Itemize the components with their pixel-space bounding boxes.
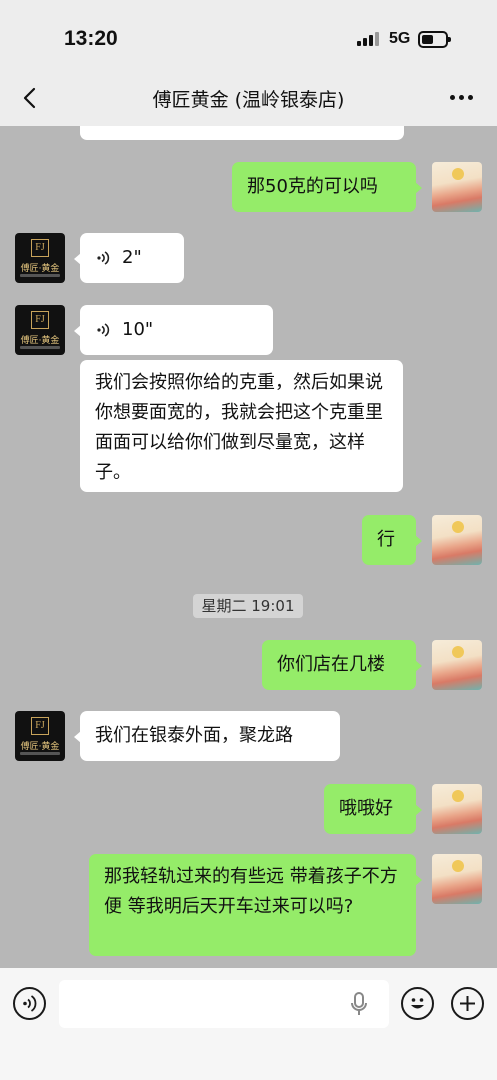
- microphone-icon[interactable]: [349, 991, 369, 1017]
- message-text: 我们在银泰外面，聚龙路: [95, 725, 293, 746]
- input-bar: [0, 968, 497, 1080]
- message-text: 行: [377, 529, 395, 550]
- shop-avatar[interactable]: FJ 傅匠·黄金: [15, 305, 65, 355]
- my-avatar[interactable]: [432, 784, 482, 834]
- nav-bar: 傅匠黄金 (温岭银泰店): [0, 70, 497, 126]
- message-sent[interactable]: 那50克的可以吗: [232, 162, 422, 212]
- shop-brand: 傅匠·黄金: [20, 742, 60, 752]
- shop-brand: 傅匠·黄金: [20, 336, 60, 346]
- message-received[interactable]: 我们在银泰外面，聚龙路: [74, 711, 340, 761]
- message-sent[interactable]: 行: [362, 515, 422, 565]
- message-text: 那50克的可以吗: [247, 176, 378, 197]
- message-text: 我们会按照你给的克重，然后如果说你想要面宽的，我就会把这个克重里面面可以给你们做…: [95, 372, 383, 483]
- shop-logo: FJ: [31, 311, 49, 329]
- message-sent[interactable]: 哦哦好: [324, 784, 422, 834]
- message-text: 哦哦好: [339, 798, 393, 819]
- signal-icon: [357, 32, 381, 46]
- voice-message[interactable]: 10": [74, 305, 273, 355]
- message-input[interactable]: [59, 980, 389, 1028]
- message-sent[interactable]: 你们店在几楼: [262, 640, 422, 690]
- message-text: 你们店在几楼: [277, 654, 385, 675]
- voice-transcript[interactable]: 我们会按照你给的克重，然后如果说你想要面宽的，我就会把这个克重里面面可以给你们做…: [80, 360, 403, 492]
- message-sent[interactable]: 那我轻轨过来的有些远 带着孩子不方便 等我明后天开车过来可以吗?: [89, 854, 422, 956]
- chat-title: 傅匠黄金 (温岭银泰店): [152, 89, 345, 111]
- status-bar: 13:20 5G: [0, 0, 497, 70]
- message-partial[interactable]: [80, 126, 404, 140]
- voice-icon: [97, 251, 110, 265]
- message-text: 那我轻轨过来的有些远 带着孩子不方便 等我明后天开车过来可以吗?: [104, 866, 398, 917]
- plus-icon[interactable]: [451, 987, 484, 1020]
- shop-brand: 傅匠·黄金: [20, 264, 60, 274]
- shop-logo: FJ: [31, 717, 49, 735]
- voice-duration: 2": [122, 247, 142, 268]
- voice-input-icon[interactable]: [13, 987, 46, 1020]
- my-avatar[interactable]: [432, 854, 482, 904]
- voice-icon: [97, 323, 110, 337]
- voice-message[interactable]: 2": [74, 233, 184, 283]
- my-avatar[interactable]: [432, 640, 482, 690]
- my-avatar[interactable]: [432, 515, 482, 565]
- shop-avatar[interactable]: FJ 傅匠·黄金: [15, 711, 65, 761]
- emoji-icon[interactable]: [401, 987, 434, 1020]
- battery-icon: [418, 31, 451, 48]
- voice-duration: 10": [122, 319, 154, 340]
- more-icon[interactable]: [450, 95, 474, 101]
- status-time: 13:20: [64, 27, 118, 50]
- shop-avatar[interactable]: FJ 傅匠·黄金: [15, 233, 65, 283]
- shop-logo: FJ: [31, 239, 49, 257]
- my-avatar[interactable]: [432, 162, 482, 212]
- timestamp: 星期二 19:01: [193, 594, 303, 618]
- network-type: 5G: [389, 30, 411, 47]
- chat-area[interactable]: 那50克的可以吗 FJ 傅匠·黄金 2" FJ 傅匠·黄金 10" 我们会按照你: [0, 126, 497, 968]
